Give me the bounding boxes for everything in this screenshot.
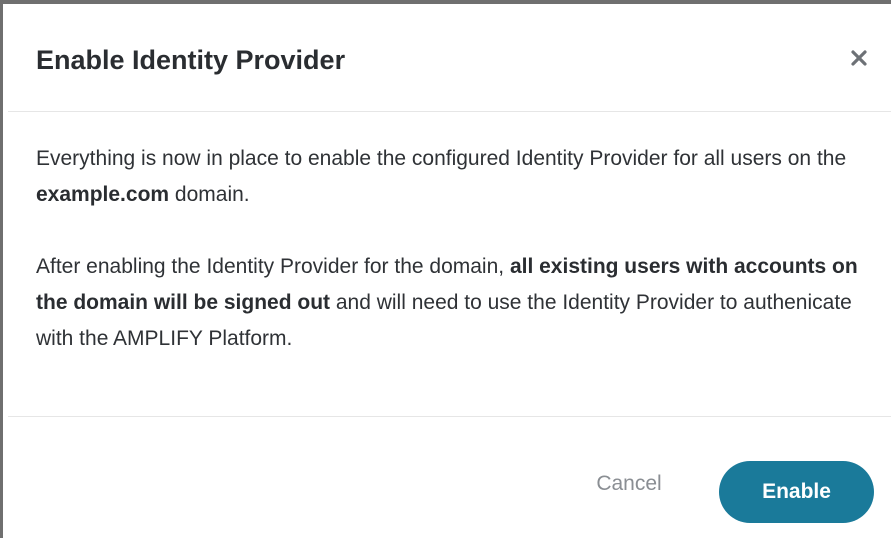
paragraph-ready: Everything is now in place to enable the… — [36, 141, 866, 213]
enable-identity-provider-dialog: Enable Identity Provider Everything is n… — [8, 4, 891, 538]
enable-button[interactable]: Enable — [719, 461, 874, 523]
close-icon — [845, 44, 873, 72]
close-button[interactable] — [845, 44, 873, 72]
dialog-footer: Cancel Enable — [8, 416, 891, 538]
dialog-header: Enable Identity Provider — [8, 4, 891, 112]
paragraph-ready-text-after: domain. — [169, 183, 250, 206]
paragraph-warning-text-before: After enabling the Identity Provider for… — [36, 255, 510, 278]
dialog-title: Enable Identity Provider — [36, 45, 346, 75]
dialog-body: Everything is now in place to enable the… — [36, 141, 866, 357]
modal-backdrop: Enable Identity Provider Everything is n… — [0, 0, 891, 538]
cancel-button[interactable]: Cancel — [581, 461, 677, 507]
paragraph-ready-text-before: Everything is now in place to enable the… — [36, 147, 847, 170]
paragraph-warning: After enabling the Identity Provider for… — [36, 249, 866, 357]
backdrop-edge-left — [0, 0, 3, 538]
domain-name: example.com — [36, 183, 170, 206]
